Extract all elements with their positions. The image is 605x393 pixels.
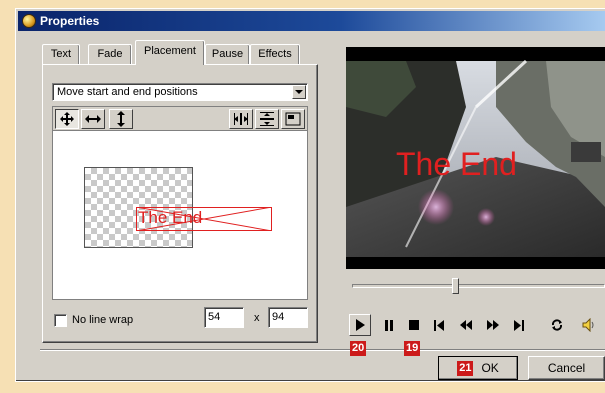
tab-pause[interactable]: Pause xyxy=(205,44,250,64)
video-overlay-text: The End xyxy=(396,146,517,182)
stop-button[interactable] xyxy=(403,314,425,336)
tab-pause-label: Pause xyxy=(211,48,244,60)
callout-stop: 19 xyxy=(404,341,421,356)
fast-forward-icon xyxy=(487,320,499,330)
ok-button[interactable]: 21 OK xyxy=(438,356,518,380)
tab-text-label: Text xyxy=(50,48,72,60)
placement-mode-value: Move start and end positions xyxy=(57,86,198,98)
rewind-icon xyxy=(460,320,472,330)
stop-icon xyxy=(409,320,419,330)
skip-to-end-button[interactable] xyxy=(508,314,530,336)
pause-button[interactable] xyxy=(378,314,400,336)
no-line-wrap-checkbox[interactable] xyxy=(54,314,67,327)
horizontal-move-icon[interactable] xyxy=(81,109,105,129)
rewind-button[interactable] xyxy=(455,314,477,336)
center-vertical-icon[interactable] xyxy=(255,109,279,129)
cancel-button[interactable]: Cancel xyxy=(528,356,605,380)
fast-forward-button[interactable] xyxy=(482,314,504,336)
ok-label: OK xyxy=(481,361,499,375)
y-position-field[interactable]: 94 xyxy=(268,307,308,328)
video-preview: The End xyxy=(346,47,605,269)
tab-text[interactable]: Text xyxy=(42,44,80,64)
app-icon xyxy=(22,14,36,28)
volume-button[interactable] xyxy=(578,314,600,336)
placement-toolbar xyxy=(52,106,308,130)
play-icon xyxy=(356,319,365,331)
play-button[interactable] xyxy=(349,314,371,336)
window-title: Properties xyxy=(40,14,100,28)
cancel-label: Cancel xyxy=(547,361,586,375)
no-line-wrap-label: No line wrap xyxy=(72,314,134,326)
x-position-field[interactable]: 54 xyxy=(204,307,244,328)
seek-track[interactable] xyxy=(352,284,605,288)
callout-play: 20 xyxy=(350,341,367,356)
skip-to-start-button[interactable] xyxy=(428,314,450,336)
skip-to-start-icon xyxy=(434,319,444,331)
x-position-value: 54 xyxy=(208,311,221,323)
preview-text: The End xyxy=(138,208,203,227)
tab-effects-label: Effects xyxy=(258,48,292,60)
seek-thumb[interactable] xyxy=(452,278,460,294)
volume-icon xyxy=(582,318,594,332)
title-bar[interactable]: Properties xyxy=(18,11,605,31)
vertical-move-icon[interactable] xyxy=(109,109,133,129)
tab-effects[interactable]: Effects xyxy=(250,44,300,64)
pause-icon xyxy=(385,319,393,331)
loop-button[interactable] xyxy=(546,314,568,336)
coordinate-separator: x xyxy=(254,312,260,324)
dropdown-arrow-icon[interactable] xyxy=(292,85,306,99)
placement-mode-select[interactable]: Move start and end positions xyxy=(52,83,308,101)
tab-fade[interactable]: Fade xyxy=(88,44,132,64)
loop-icon xyxy=(551,319,563,331)
callout-ok: 21 xyxy=(457,360,474,376)
tab-fade-label: Fade xyxy=(97,48,123,60)
bottom-separator xyxy=(40,349,605,351)
center-horizontal-icon[interactable] xyxy=(229,109,253,129)
align-corner-icon[interactable] xyxy=(281,109,305,129)
tab-placement[interactable]: Placement xyxy=(135,40,205,65)
y-position-value: 94 xyxy=(272,311,285,323)
text-position-box[interactable]: The End xyxy=(136,207,272,231)
skip-to-end-icon xyxy=(514,319,524,331)
move-icon[interactable] xyxy=(55,109,79,129)
tab-placement-label: Placement xyxy=(144,45,196,57)
